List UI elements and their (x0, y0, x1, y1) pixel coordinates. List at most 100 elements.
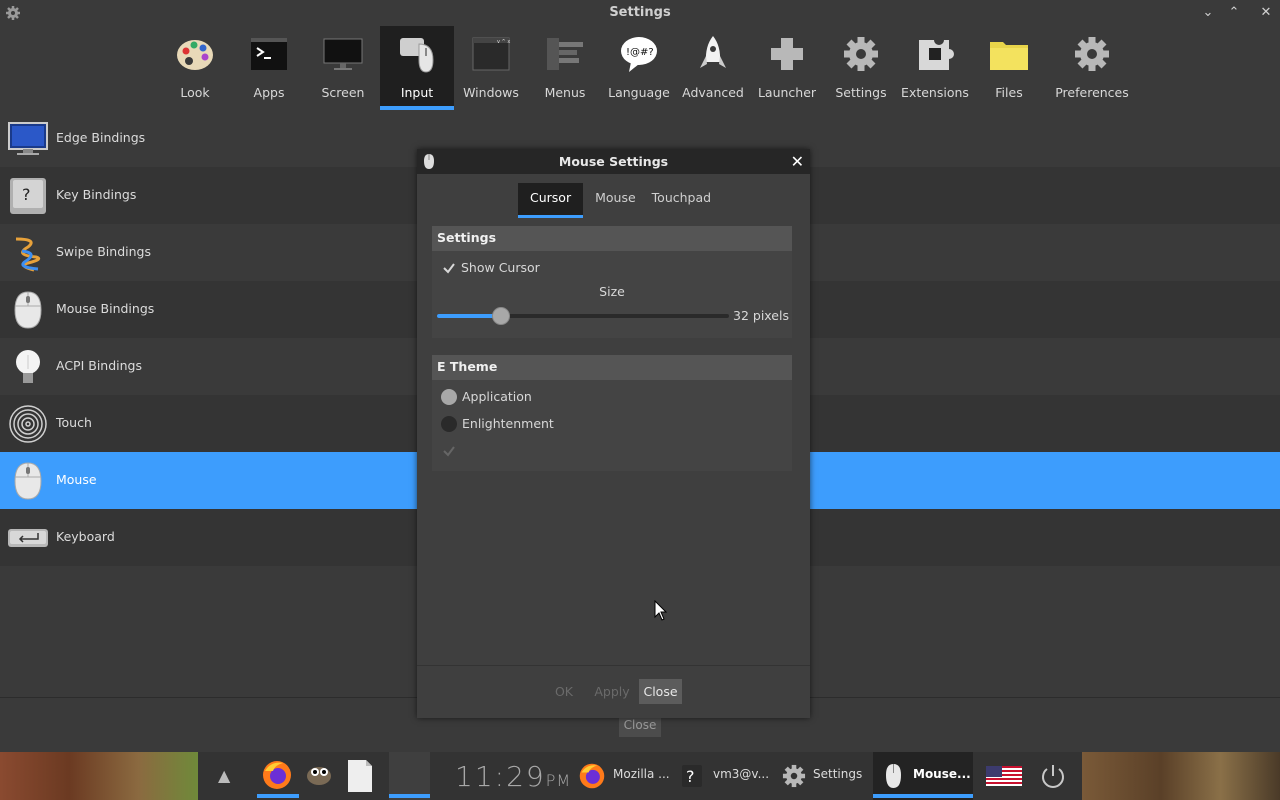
close-button[interactable]: Close (639, 679, 682, 704)
list-item-label: ACPI Bindings (56, 358, 143, 373)
slider-handle[interactable] (492, 307, 510, 325)
category-screen[interactable]: Screen (306, 26, 380, 110)
category-label: Menus (544, 85, 586, 100)
svg-text:!@#?: !@#? (626, 47, 654, 58)
dialog-close-icon[interactable]: ✕ (791, 152, 804, 171)
minimize-button[interactable]: ⌄ (1199, 4, 1217, 22)
taskbar-window-label: Mozilla ... (613, 767, 670, 781)
category-launcher[interactable]: Launcher (750, 26, 824, 110)
active-indicator (257, 794, 299, 798)
apply-button[interactable]: Apply (593, 679, 631, 704)
active-indicator (873, 794, 973, 798)
firefox-icon (579, 763, 605, 789)
enlightenment-radio[interactable] (441, 416, 457, 432)
monitor-edge-icon (8, 122, 48, 155)
key-icon: ? (10, 178, 46, 214)
active-indicator (389, 794, 430, 798)
taskbar-window-label: Settings (813, 767, 863, 781)
category-windows[interactable]: v ^ x Windows (454, 26, 528, 110)
document-icon (348, 760, 372, 792)
taskbar-window-terminal[interactable]: ? vm3@v... (680, 752, 774, 800)
taskbar-window-settings[interactable]: Settings (778, 752, 868, 800)
desktop-pager[interactable] (389, 752, 430, 800)
tab-touchpad[interactable]: Touchpad (644, 183, 719, 218)
desktop-wallpaper-left (0, 752, 198, 800)
category-label: Windows (463, 85, 519, 100)
clock-time: 11:29 (455, 760, 546, 793)
category-apps[interactable]: Apps (232, 26, 306, 110)
dialog-titlebar: Mouse Settings ✕ (417, 149, 810, 174)
clock[interactable]: 11:29PM (455, 760, 571, 793)
e-theme-frame-header: E Theme (432, 355, 792, 380)
swipe-icon (15, 237, 41, 272)
list-item-label: Mouse (56, 472, 97, 487)
keyboard-icon (8, 529, 48, 547)
category-files[interactable]: Files (972, 26, 1046, 110)
power-button[interactable] (1037, 752, 1067, 800)
e-theme-frame: E Theme Application Enlightenment (432, 355, 792, 471)
svg-text:?: ? (686, 767, 695, 786)
question-icon: ? (682, 765, 702, 787)
window-title: Settings (609, 5, 671, 20)
ok-button[interactable]: OK (550, 679, 578, 704)
gear-icon (844, 37, 878, 71)
dialog-tabs: Cursor Mouse Touchpad (518, 183, 719, 218)
category-language[interactable]: !@#? Language (602, 26, 676, 110)
size-value: 32 pixels (733, 308, 789, 323)
category-label: Preferences (1055, 85, 1129, 100)
category-menus[interactable]: Menus (528, 26, 602, 110)
dialog-title: Mouse Settings (558, 154, 669, 169)
list-item-label: Key Bindings (56, 187, 137, 202)
category-label: Extensions (901, 85, 969, 100)
file-launcher[interactable] (342, 752, 378, 800)
tab-mouse[interactable]: Mouse (587, 183, 644, 218)
size-label: Size (599, 284, 625, 299)
category-label: Look (180, 85, 210, 100)
category-extensions[interactable]: Extensions (898, 26, 972, 110)
category-look[interactable]: Look (158, 26, 232, 110)
list-item-label: Swipe Bindings (56, 244, 151, 259)
palette-icon (177, 40, 213, 70)
category-toolbar: Look Apps Screen Input v ^ x Windows Men… (158, 26, 1138, 110)
show-cursor-checkbox[interactable] (442, 261, 456, 275)
settings-frame: Settings Show Cursor Size 32 pixels (432, 226, 792, 338)
category-label: Launcher (757, 85, 817, 100)
power-icon (1042, 765, 1064, 788)
enlightenment-label: Enlightenment (462, 416, 554, 431)
cursor-size-slider[interactable] (437, 307, 729, 325)
list-item-label: Keyboard (56, 529, 115, 544)
category-preferences[interactable]: Preferences (1046, 26, 1138, 110)
taskbar-window-mouse-settings[interactable]: Mouse... (873, 752, 973, 800)
tab-cursor[interactable]: Cursor (518, 183, 584, 218)
maximize-button[interactable]: ⌃ (1225, 4, 1243, 22)
monitor-icon (323, 38, 363, 70)
gimp-icon (307, 767, 331, 785)
speech-bubble-icon: !@#? (621, 37, 657, 72)
application-label: Application (462, 389, 532, 404)
category-label: Screen (321, 85, 365, 100)
list-item-label: Mouse Bindings (56, 301, 155, 316)
category-settings[interactable]: Settings (824, 26, 898, 110)
keyboard-layout-button[interactable] (985, 752, 1023, 800)
window-icon: v ^ x (472, 37, 510, 71)
taskbar: ▲ 11:29PM Mozilla ... ? vm3@v... Setting… (0, 752, 1280, 800)
gimp-launcher[interactable] (299, 752, 339, 800)
chevron-up-icon[interactable]: ▲ (218, 766, 230, 785)
mouse-icon (14, 291, 42, 329)
disabled-checkbox (443, 446, 455, 457)
svg-text:v ^ x: v ^ x (497, 39, 510, 45)
taskbar-window-mozilla[interactable]: Mozilla ... (575, 752, 675, 800)
firefox-icon (263, 761, 291, 789)
gear-icon (1075, 37, 1109, 71)
show-cursor-label: Show Cursor (461, 260, 540, 275)
us-flag-icon (986, 766, 1022, 786)
category-advanced[interactable]: Advanced (676, 26, 750, 110)
category-input[interactable]: Input (380, 26, 454, 110)
puzzle-icon (919, 35, 954, 70)
close-window-button[interactable]: ✕ (1257, 4, 1275, 22)
svg-text:?: ? (22, 185, 31, 204)
taskbar-window-label: vm3@v... (713, 767, 770, 781)
firefox-launcher[interactable] (257, 752, 299, 800)
window-titlebar: Settings ⌄ ⌃ ✕ (0, 0, 1280, 25)
application-radio[interactable] (441, 389, 457, 405)
